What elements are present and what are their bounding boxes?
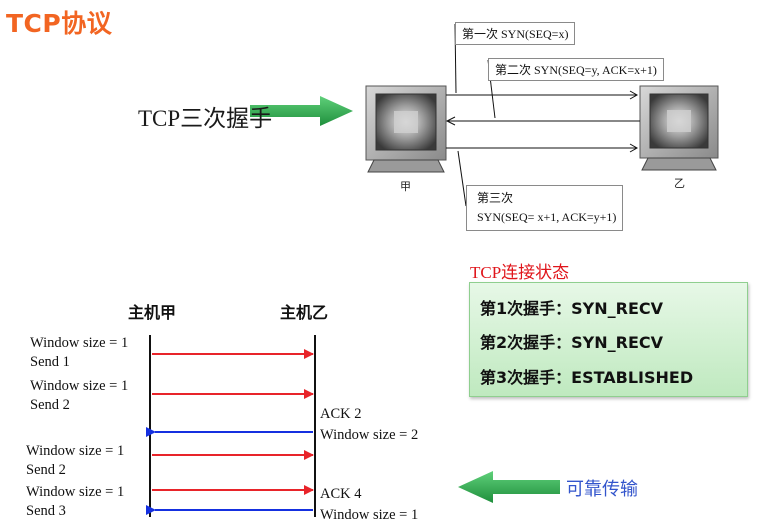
left-label-3: Window size = 1 Send 2	[26, 442, 124, 480]
step3-detail: SYN(SEQ= x+1, ACK=y+1)	[477, 210, 617, 224]
left-label-3-send: Send 2	[26, 462, 66, 478]
right-label-1-window: Window size = 2	[320, 427, 419, 443]
right-label-2-ack: ACK 4	[320, 486, 362, 502]
step3-title: 第三次	[477, 191, 514, 205]
left-label-1-send: Send 1	[30, 354, 70, 370]
step1-callout: 第一次 SYN(SEQ=x)	[455, 22, 576, 45]
handshake-label: TCP三次握手	[138, 106, 273, 131]
step2-callout: 第二次 SYN(SEQ=y, ACK=x+1)	[488, 58, 664, 81]
left-label-4-send: Send 3	[26, 503, 66, 519]
step1-text: 第一次 SYN(SEQ=x)	[462, 27, 569, 41]
step3-callout: 第三次 SYN(SEQ= x+1, ACK=y+1)	[466, 185, 624, 231]
left-label-4-window: Window size = 1	[26, 484, 125, 500]
computer-b-icon	[639, 85, 719, 171]
step2-text: 第二次 SYN(SEQ=y, ACK=x+1)	[495, 63, 657, 77]
right-label-1-ack: ACK 2	[320, 406, 362, 422]
left-label-2-send: Send 2	[30, 397, 70, 413]
left-label-1-window: Window size = 1	[30, 335, 129, 351]
right-label-1: ACK 2 Window size = 2	[320, 404, 418, 446]
state-title: TCP连接状态	[470, 263, 570, 282]
host-a-heading: 主机甲	[128, 303, 177, 322]
host-b-label: 乙	[674, 178, 685, 190]
left-label-1: Window size = 1 Send 1	[30, 334, 128, 372]
computer-a-icon	[365, 85, 447, 173]
right-label-2: ACK 4 Window size = 1	[320, 484, 418, 526]
reliable-transfer-caption: 可靠传输	[566, 479, 638, 500]
state-item-1: 第1次握手：SYN_RECV	[480, 299, 664, 318]
green-arrow-left-icon	[458, 471, 560, 503]
left-label-2: Window size = 1 Send 2	[30, 377, 128, 415]
left-label-2-window: Window size = 1	[30, 378, 129, 394]
left-label-4: Window size = 1 Send 3	[26, 483, 124, 521]
state-item-3: 第3次握手：ESTABLISHED	[480, 368, 694, 387]
right-label-2-window: Window size = 1	[320, 507, 419, 523]
left-label-3-window: Window size = 1	[26, 443, 125, 459]
state-item-2: 第2次握手：SYN_RECV	[480, 333, 664, 352]
host-b-heading: 主机乙	[280, 303, 329, 322]
host-a-label: 甲	[400, 181, 411, 193]
state-box: 第1次握手：SYN_RECV 第2次握手：SYN_RECV 第3次握手：ESTA…	[469, 282, 748, 397]
